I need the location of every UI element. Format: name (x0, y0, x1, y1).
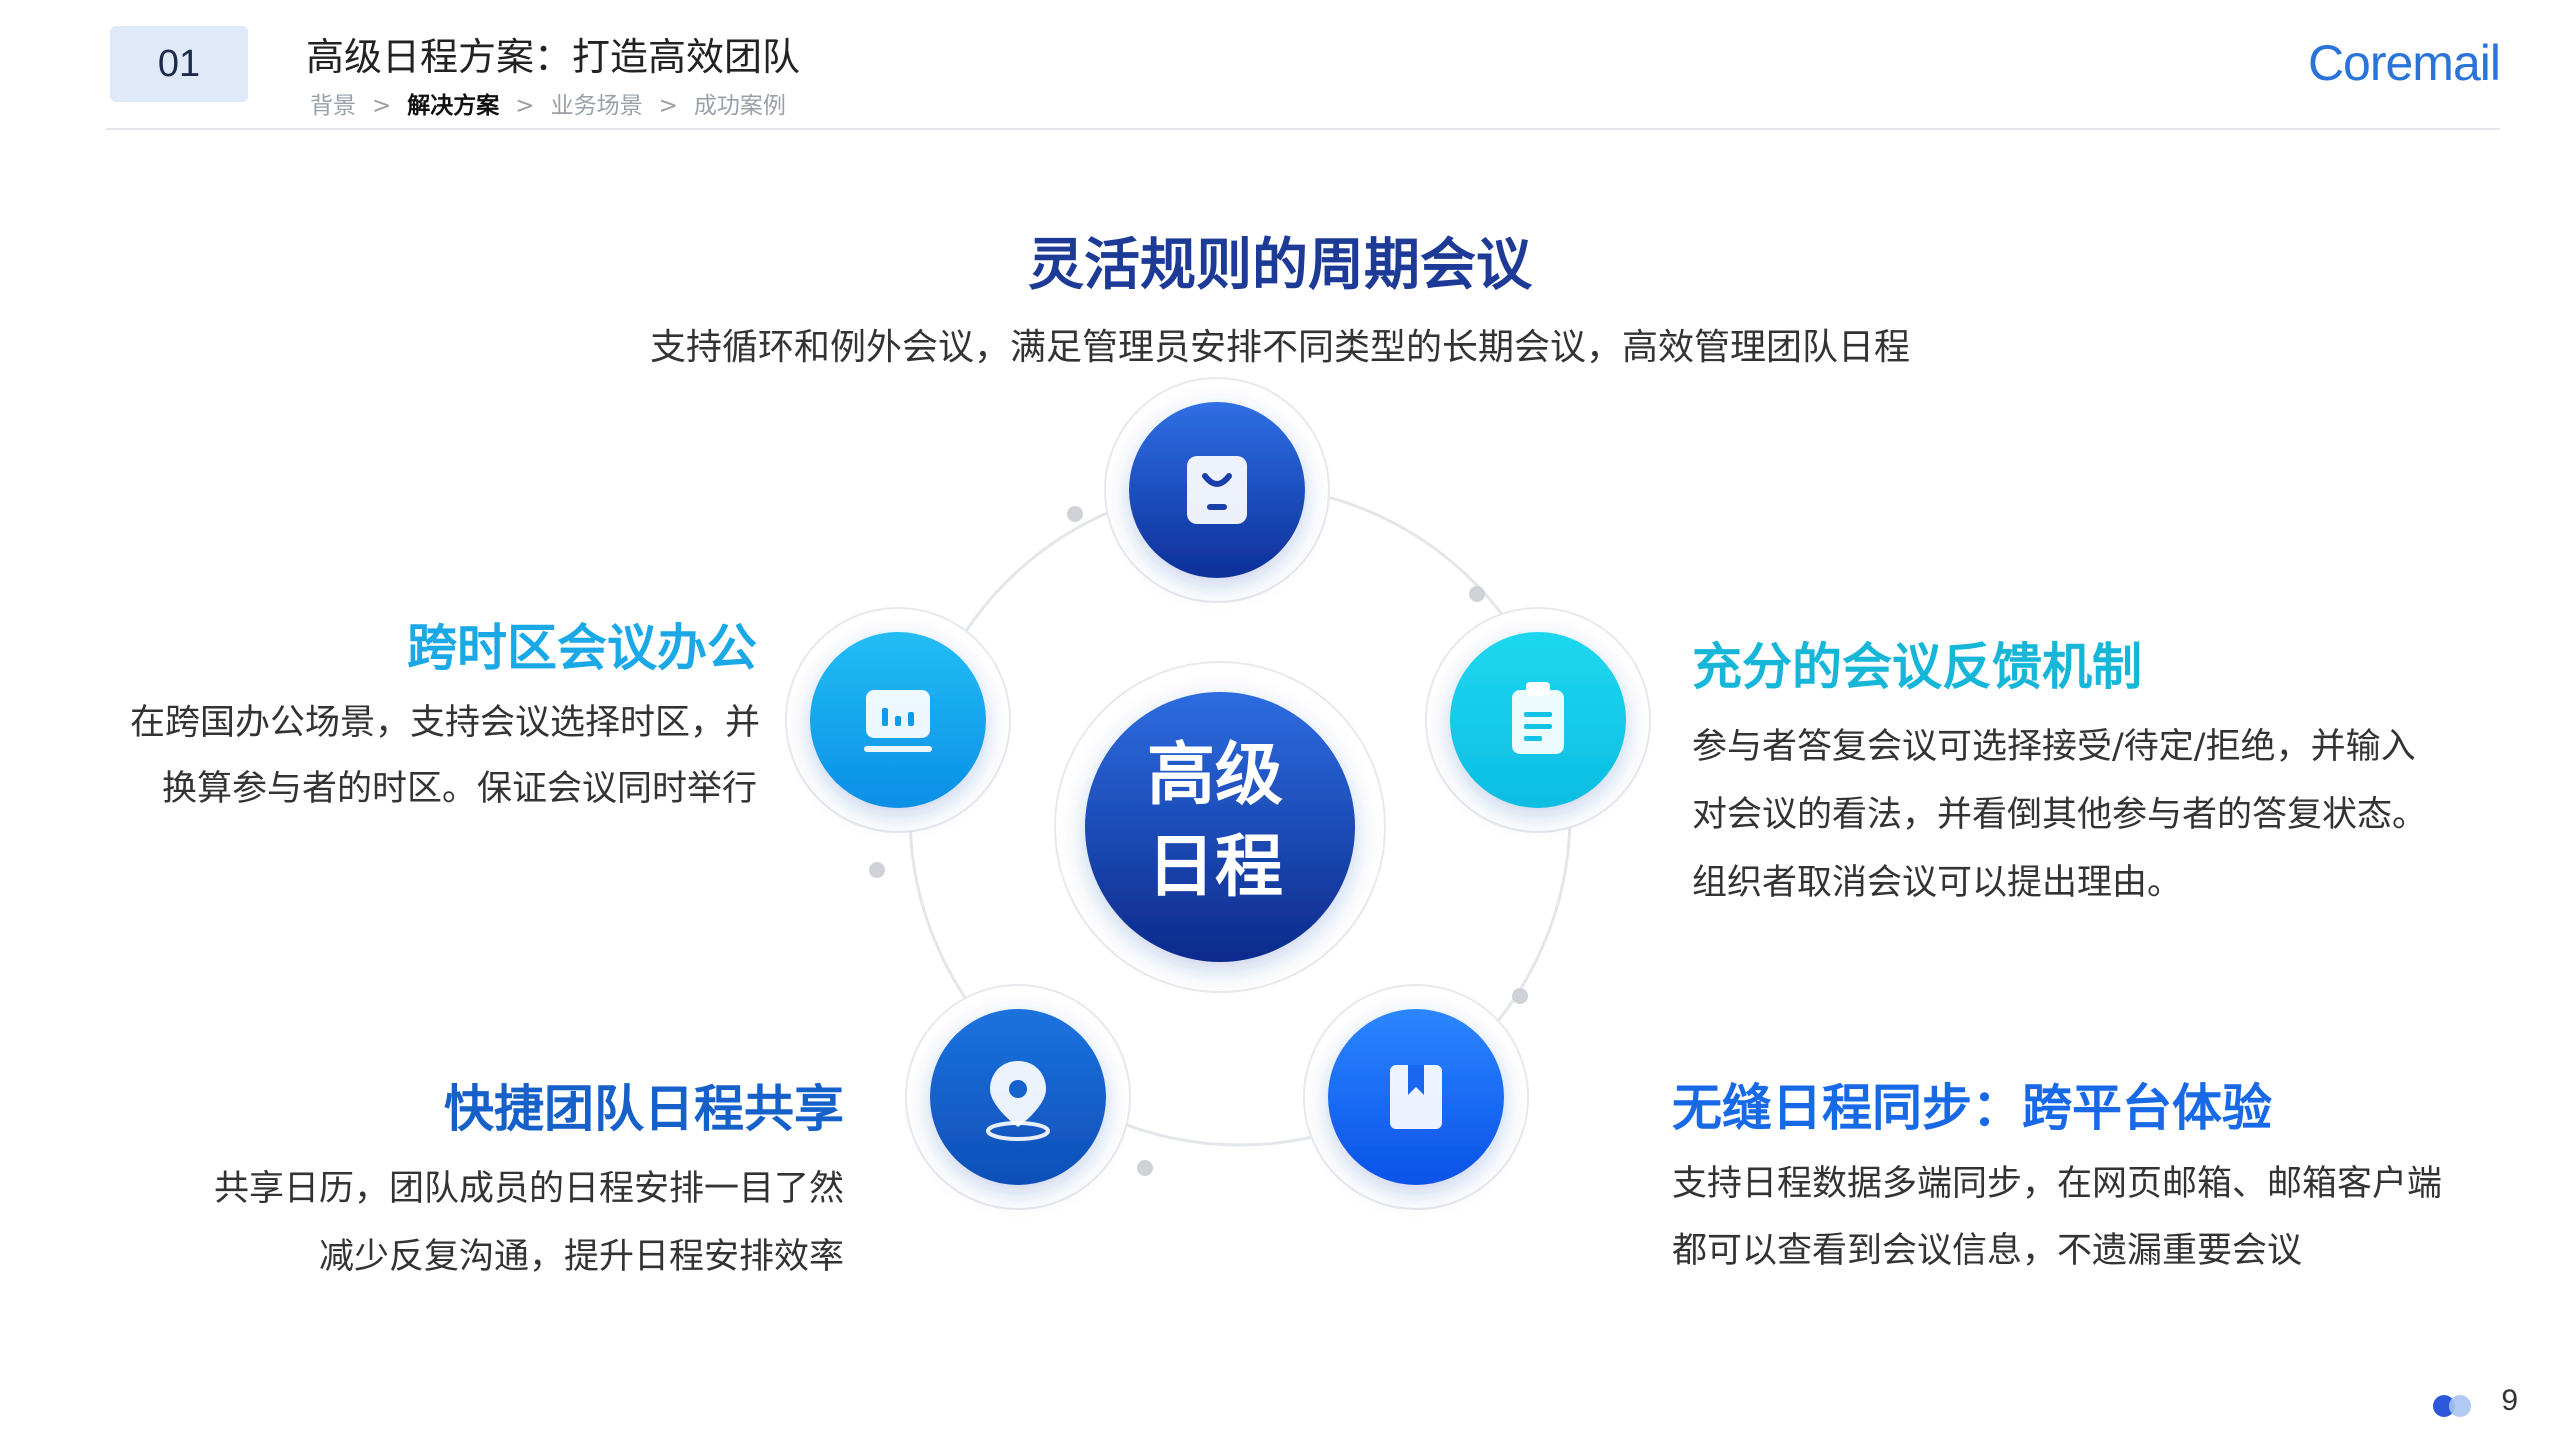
clipboard-icon (1512, 682, 1564, 754)
feature-title-feedback: 充分的会议反馈机制 (1692, 638, 2142, 696)
feature-title-sync: 无缝日程同步：跨平台体验 (1672, 1079, 2272, 1137)
feature-desc-feedback-line: 参与者答复会议可选择接受/待定/拒绝，并输入 (1692, 727, 2416, 767)
id-badge-icon (1187, 456, 1247, 524)
bookmark-icon (1390, 1065, 1442, 1129)
feature-desc-timezone-line: 换算参与者的时区。保证会议同时举行 (161, 769, 757, 809)
feature-desc-feedback-line: 对会议的看法，并看倒其他参与者的答复状态。 (1692, 795, 2428, 835)
node-bottom-right (1303, 984, 1529, 1210)
feature-desc-sync-line: 支持日程数据多端同步，在网页邮箱、邮箱客户端 (1672, 1164, 2443, 1204)
feature-title-timezone: 跨时区会议办公 (407, 619, 757, 677)
center-label-line-1: 高级 (1146, 736, 1283, 815)
node-right (1425, 607, 1651, 833)
node-left (785, 607, 1011, 833)
page-indicator-icon (2433, 1395, 2471, 1417)
feature-desc-feedback-line: 组织者取消会议可以提出理由。 (1692, 863, 2183, 903)
feature-desc-timezone-line: 在跨国办公场景，支持会议选择时区，并 (129, 703, 760, 743)
center-label-line-2: 日程 (1146, 828, 1283, 907)
feature-desc-sharing-line: 减少反复沟通，提升日程安排效率 (318, 1237, 844, 1277)
feature-desc-sharing-line: 共享日历，团队成员的日程安排一目了然 (213, 1169, 844, 1209)
node-top (1104, 377, 1330, 603)
feature-title-sharing: 快捷团队日程共享 (444, 1080, 844, 1138)
feature-desc-sync-line: 都可以查看到会议信息，不遗漏重要会议 (1672, 1231, 2303, 1271)
node-bottom-left (905, 984, 1131, 1210)
center-label: 高级 日程 (1130, 730, 1300, 914)
page-number: 9 (2501, 1384, 2518, 1417)
